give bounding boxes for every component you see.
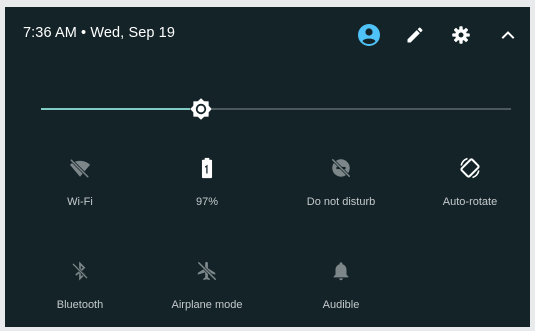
brightness-icon xyxy=(190,98,212,120)
tile-label: Airplane mode xyxy=(171,299,243,311)
pencil-icon xyxy=(407,27,423,43)
bluetooth-off-icon xyxy=(72,261,88,281)
do-not-disturb-off-icon xyxy=(331,158,351,178)
wifi-off-icon xyxy=(69,158,91,179)
tile-label: Auto-rotate xyxy=(442,196,498,208)
tile-icon-wrap xyxy=(195,156,219,180)
tile-audible[interactable]: Audible xyxy=(281,255,401,325)
clock-date: 7:36 AM • Wed, Sep 19 xyxy=(23,25,175,41)
tile-do-not-disturb[interactable]: Do not disturb xyxy=(281,152,401,222)
tile-label: 97% xyxy=(195,196,219,208)
tile-icon-wrap xyxy=(458,156,482,180)
tile-bluetooth[interactable]: Bluetooth xyxy=(20,255,140,325)
bell-icon xyxy=(333,262,349,281)
gear-icon xyxy=(452,26,470,44)
tile-label: Audible xyxy=(322,299,360,311)
account-icon xyxy=(358,24,380,46)
brightness-slider[interactable] xyxy=(41,97,511,121)
tile-label: Do not disturb xyxy=(306,196,376,208)
tile-auto-rotate[interactable]: Auto-rotate xyxy=(410,152,530,222)
tile-battery[interactable]: 97% xyxy=(147,152,267,222)
status-header: 7:36 AM • Wed, Sep 19 xyxy=(5,7,530,61)
tile-icon-wrap xyxy=(329,156,353,180)
settings-button[interactable] xyxy=(447,21,475,49)
tile-wifi[interactable]: Wi-Fi xyxy=(20,152,140,222)
tile-icon-wrap xyxy=(68,259,92,283)
airplane-off-icon xyxy=(197,261,217,281)
tile-icon-wrap xyxy=(195,259,219,283)
battery-icon xyxy=(201,157,213,179)
tile-icon-wrap xyxy=(68,156,92,180)
edit-button[interactable] xyxy=(401,21,429,49)
account-button[interactable] xyxy=(355,21,383,49)
brightness-track-fill xyxy=(41,108,201,110)
tile-icon-wrap xyxy=(329,259,353,283)
collapse-button[interactable] xyxy=(494,21,522,49)
tile-airplane-mode[interactable]: Airplane mode xyxy=(147,255,267,325)
chevron-up-icon xyxy=(501,31,515,39)
tile-label: Wi-Fi xyxy=(67,196,93,208)
brightness-thumb[interactable] xyxy=(189,97,213,121)
auto-rotate-icon xyxy=(460,157,480,179)
tile-label: Bluetooth xyxy=(56,299,104,311)
brightness-track xyxy=(201,108,511,110)
quick-settings-panel: 7:36 AM • Wed, Sep 19 Wi-Fi 97% Do not d… xyxy=(5,7,530,327)
